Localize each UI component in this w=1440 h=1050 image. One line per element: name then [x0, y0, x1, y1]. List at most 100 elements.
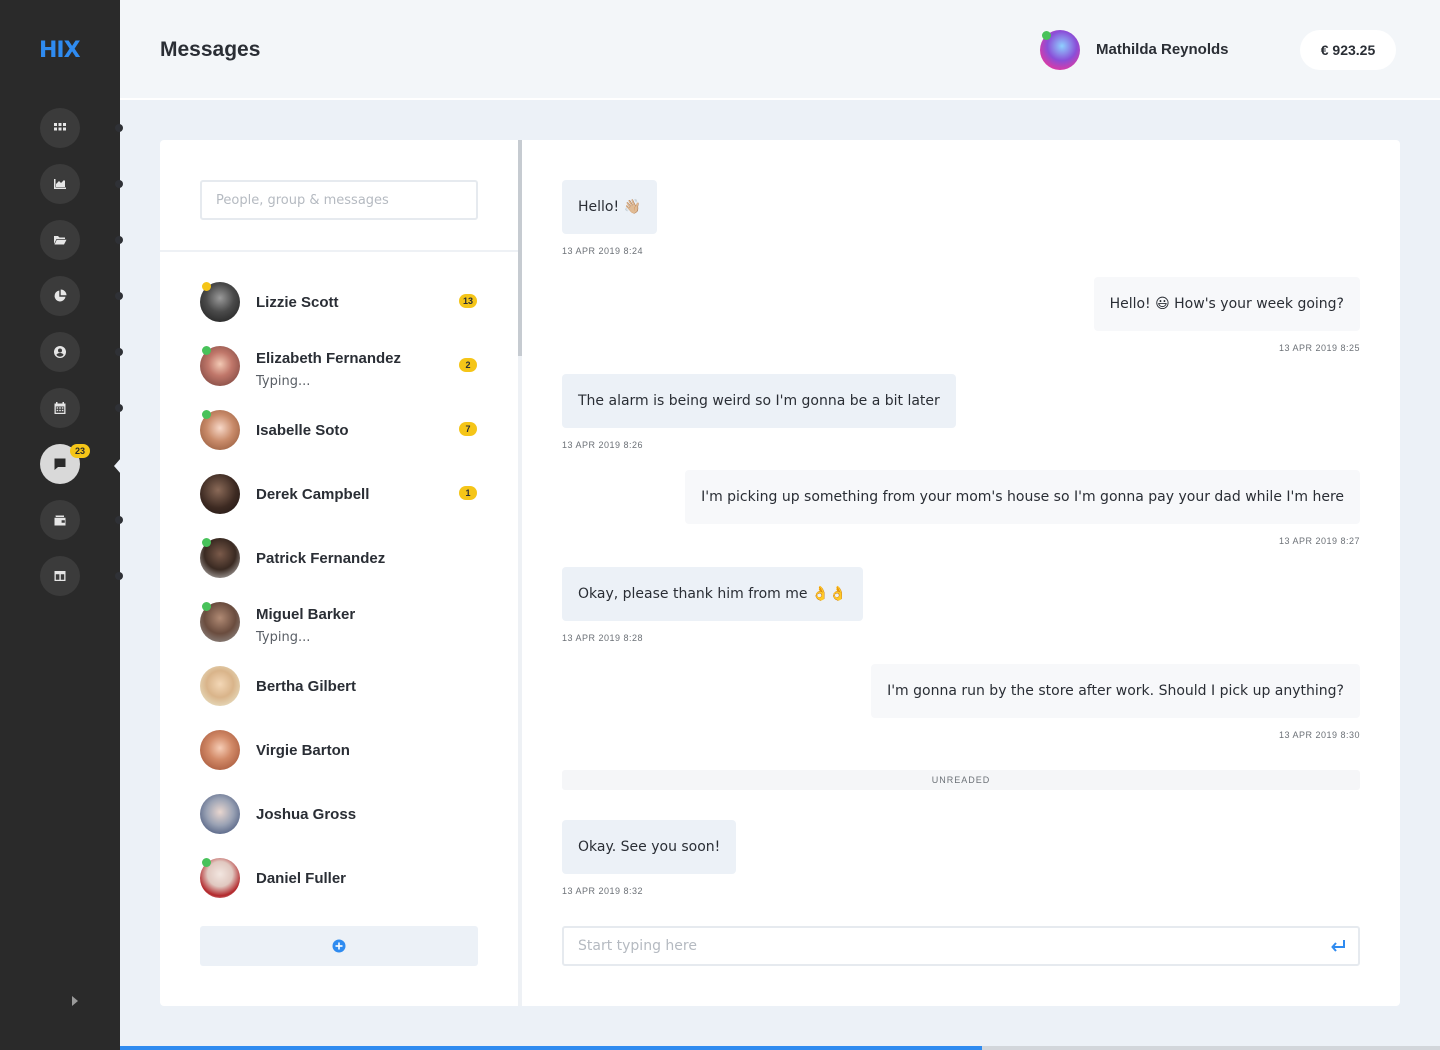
message-timestamp: 13 APR 2019 8:24	[562, 246, 644, 256]
message-outgoing: Hello! 😃 How's your week going?	[1093, 277, 1360, 331]
message-incoming: The alarm is being weird so I'm gonna be…	[562, 374, 956, 428]
message-bubble: Okay, please thank him from me 👌👌	[562, 567, 863, 621]
app-logo[interactable]: HIX	[39, 38, 81, 63]
nav-dot	[115, 516, 123, 524]
message-bubble: Hello! 👋🏼	[562, 180, 657, 234]
avatar	[200, 474, 240, 514]
pie-chart-icon	[54, 289, 67, 302]
avatar	[200, 730, 240, 770]
progress-bar	[120, 1046, 1440, 1050]
chat-icon	[54, 458, 66, 470]
contact-name: Miguel Barker	[256, 606, 356, 623]
contact-item[interactable]: Isabelle Soto 7	[200, 406, 480, 462]
online-indicator	[202, 858, 211, 867]
nav-calendar[interactable]	[40, 388, 80, 428]
nav-dot	[115, 572, 123, 580]
contact-name: Patrick Fernandez	[256, 550, 386, 567]
add-contact-button[interactable]	[200, 926, 478, 966]
compose-box	[562, 926, 1360, 966]
message-incoming: Okay. See you soon!	[562, 820, 737, 874]
user-icon	[54, 346, 66, 358]
unread-divider: UNREADED	[562, 770, 1360, 790]
balance-badge[interactable]: € 923.25	[1300, 30, 1396, 70]
online-indicator	[202, 602, 211, 611]
message-timestamp: 13 APR 2019 8:30	[1278, 730, 1360, 740]
enter-icon[interactable]	[1330, 939, 1346, 953]
contacts-scrollbar[interactable]	[518, 140, 522, 356]
contact-item[interactable]: Bertha Gilbert	[200, 662, 480, 718]
message-timestamp: 13 APR 2019 8:32	[562, 886, 644, 896]
avatar	[200, 666, 240, 706]
nav-dot	[115, 180, 123, 188]
unread-count-badge: 13	[459, 294, 477, 308]
message-incoming: Hello! 👋🏼	[562, 180, 657, 234]
plus-circle-icon	[332, 939, 346, 953]
contact-name: Isabelle Soto	[256, 422, 349, 439]
grid-icon	[54, 123, 66, 131]
nav-analytics[interactable]	[40, 164, 80, 204]
message-incoming: Okay, please thank him from me 👌👌	[562, 567, 863, 621]
contact-item[interactable]: Virgie Barton	[200, 726, 480, 782]
message-outgoing: I'm gonna run by the store after work. S…	[871, 664, 1360, 718]
user-name[interactable]: Mathilda Reynolds	[1096, 41, 1229, 58]
message-timestamp: 13 APR 2019 8:27	[1278, 536, 1360, 546]
typing-status: Typing...	[256, 374, 311, 389]
message-input[interactable]	[564, 928, 1324, 964]
unread-count-badge: 7	[459, 422, 477, 436]
active-pointer	[114, 458, 121, 474]
nav-dot	[115, 292, 123, 300]
messages-card: Lizzie Scott 13 Elizabeth Fernandez Typi…	[160, 140, 1400, 1006]
contact-item[interactable]: Patrick Fernandez	[200, 534, 480, 590]
online-indicator	[202, 538, 211, 547]
message-bubble: The alarm is being weird so I'm gonna be…	[562, 374, 956, 428]
away-indicator	[202, 282, 211, 291]
header: Messages Mathilda Reynolds € 923.25	[120, 0, 1440, 100]
contact-item[interactable]: Miguel Barker Typing...	[200, 598, 480, 654]
online-indicator	[1042, 31, 1051, 40]
page-title: Messages	[160, 38, 261, 61]
typing-status: Typing...	[256, 630, 311, 645]
contact-name: Derek Campbell	[256, 486, 370, 503]
contact-name: Elizabeth Fernandez	[256, 350, 402, 367]
avatar	[200, 794, 240, 834]
progress-fill	[120, 1046, 982, 1050]
contact-name: Virgie Barton	[256, 742, 350, 759]
contact-name: Lizzie Scott	[256, 294, 339, 311]
message-timestamp: 13 APR 2019 8:25	[1278, 343, 1360, 353]
online-indicator	[202, 410, 211, 419]
folder-icon	[54, 236, 67, 245]
nav-dot	[115, 348, 123, 356]
message-bubble: I'm gonna run by the store after work. S…	[871, 664, 1360, 718]
contact-item[interactable]: Derek Campbell 1	[200, 470, 480, 526]
chevron-right-icon[interactable]	[72, 996, 78, 1006]
nav-dot	[115, 236, 123, 244]
divider	[160, 250, 518, 252]
online-indicator	[202, 346, 211, 355]
unread-count-badge: 2	[459, 358, 477, 372]
contact-name: Joshua Gross	[256, 806, 357, 823]
message-outgoing: I'm picking up something from your mom's…	[685, 470, 1360, 524]
nav-wallet[interactable]	[40, 500, 80, 540]
chart-icon	[54, 179, 66, 189]
unread-count-badge: 1	[459, 486, 477, 500]
nav-dot	[115, 404, 123, 412]
nav-dot	[115, 124, 123, 132]
nav-dashboard[interactable]	[40, 108, 80, 148]
nav-profile[interactable]	[40, 332, 80, 372]
contact-item[interactable]: Daniel Fuller	[200, 854, 480, 910]
contact-item[interactable]: Joshua Gross	[200, 790, 480, 846]
contact-item[interactable]: Elizabeth Fernandez Typing... 2	[200, 342, 480, 398]
nav-layout[interactable]	[40, 556, 80, 596]
layout-icon	[54, 571, 66, 581]
search-input[interactable]	[200, 180, 478, 220]
sidebar: HIX 23	[0, 0, 123, 1050]
nav-files[interactable]	[40, 220, 80, 260]
messages-badge: 23	[70, 444, 90, 458]
message-timestamp: 13 APR 2019 8:26	[562, 440, 644, 450]
wallet-icon	[54, 515, 66, 526]
contact-name: Daniel Fuller	[256, 870, 347, 887]
message-bubble: Okay. See you soon!	[562, 820, 737, 874]
nav-reports[interactable]	[40, 276, 80, 316]
contact-item[interactable]: Lizzie Scott 13	[200, 278, 480, 334]
message-bubble: Hello! 😃 How's your week going?	[1093, 277, 1360, 331]
